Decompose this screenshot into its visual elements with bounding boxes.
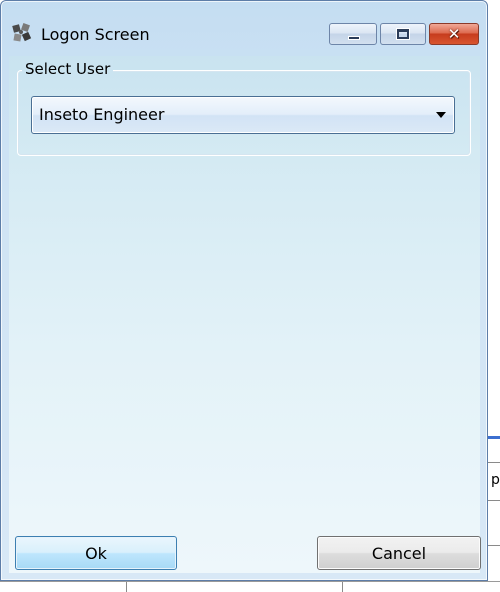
ok-button[interactable]: Ok bbox=[15, 536, 177, 570]
client-area: Select User Inseto Engineer Ok Cancel bbox=[9, 56, 481, 573]
cancel-button[interactable]: Cancel bbox=[317, 536, 481, 570]
background-partial-text: p bbox=[491, 472, 500, 488]
title-bar[interactable]: Logon Screen ✕ bbox=[1, 1, 487, 45]
logon-puzzle-icon bbox=[11, 23, 33, 43]
background-table-row bbox=[0, 581, 500, 592]
minimize-icon bbox=[348, 36, 360, 40]
maximize-icon bbox=[396, 28, 410, 40]
background-grid-line bbox=[126, 582, 127, 592]
close-icon: ✕ bbox=[447, 24, 461, 43]
chevron-down-icon bbox=[436, 112, 446, 118]
logon-window: Logon Screen ✕ Select User Inseto Engine… bbox=[0, 0, 488, 581]
background-grid-line bbox=[342, 582, 343, 592]
minimize-button[interactable] bbox=[329, 23, 377, 45]
select-user-legend: Select User bbox=[22, 60, 114, 78]
background-grid-line bbox=[488, 462, 500, 463]
close-button[interactable]: ✕ bbox=[429, 23, 479, 45]
selected-user-value: Inseto Engineer bbox=[39, 105, 165, 124]
window-title: Logon Screen bbox=[41, 25, 150, 44]
user-select-dropdown[interactable]: Inseto Engineer bbox=[31, 96, 455, 134]
background-accent-line bbox=[488, 436, 500, 439]
background-grid-line bbox=[488, 545, 500, 546]
caption-buttons: ✕ bbox=[329, 23, 479, 47]
maximize-button[interactable] bbox=[380, 23, 426, 45]
background-grid-line bbox=[488, 500, 500, 501]
